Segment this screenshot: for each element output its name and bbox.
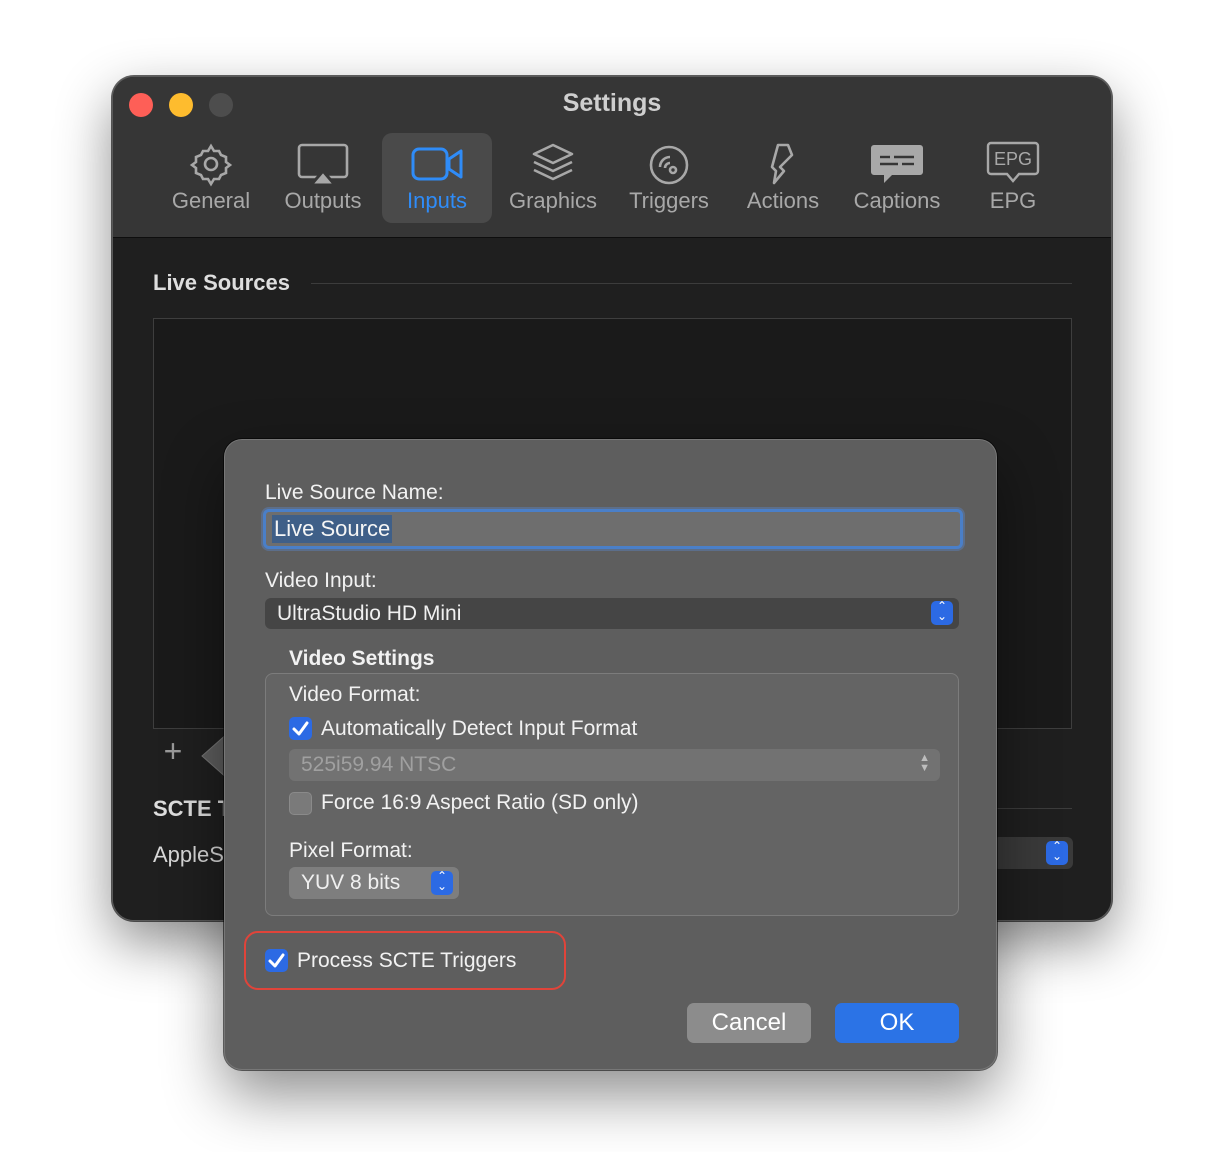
source-name-value: Live Source: [272, 515, 393, 543]
chevron-updown-icon: ⌃ ⌄: [431, 870, 453, 895]
captions-icon: [871, 145, 923, 183]
video-input-label: Video Input:: [265, 569, 377, 592]
tab-label: Inputs: [407, 188, 467, 213]
tab-label: Captions: [853, 188, 941, 213]
tab-triggers[interactable]: Triggers: [619, 133, 719, 223]
video-settings-title: Video Settings: [289, 647, 435, 670]
tab-actions[interactable]: Actions: [733, 133, 833, 223]
process-scte-label: Process SCTE Triggers: [297, 949, 517, 972]
force-aspect-checkbox[interactable]: [289, 792, 312, 815]
video-format-value: 525i59.94 NTSC: [301, 753, 457, 776]
window-title: Settings: [562, 89, 662, 117]
tab-label: Graphics: [508, 188, 598, 213]
checkmark-icon: [292, 721, 309, 736]
tab-label: Actions: [746, 188, 820, 213]
auto-detect-label: Automatically Detect Input Format: [321, 717, 638, 740]
pixel-format-label: Pixel Format:: [289, 839, 413, 862]
svg-text:EPG: EPG: [994, 149, 1032, 169]
add-source-button[interactable]: +: [161, 735, 185, 767]
live-sources-title: Live Sources: [153, 270, 290, 295]
tab-label: EPG: [989, 188, 1037, 213]
force-aspect-label: Force 16:9 Aspect Ratio (SD only): [321, 791, 639, 814]
scte-source-popup[interactable]: ⌃ ⌄: [993, 837, 1073, 869]
tab-epg[interactable]: EPG EPG: [963, 133, 1063, 223]
live-source-dialog: Live Source Name: Live Source Video Inpu…: [224, 439, 997, 1070]
source-name-label: Live Source Name:: [265, 481, 444, 504]
divider: [311, 283, 1072, 284]
epg-icon: EPG: [986, 141, 1040, 183]
scte-source-label: AppleS: [153, 842, 224, 867]
video-camera-icon: [411, 147, 463, 181]
pixel-format-value: YUV 8 bits: [301, 871, 401, 894]
checkmark-icon: [268, 953, 285, 968]
chevron-updown-icon: ⌃ ⌄: [931, 600, 953, 625]
tab-general[interactable]: General: [161, 133, 261, 223]
tab-inputs[interactable]: Inputs: [382, 133, 492, 223]
divider: [993, 808, 1072, 809]
video-format-label: Video Format:: [289, 683, 421, 706]
ok-button[interactable]: OK: [835, 1003, 959, 1043]
video-format-popup: 525i59.94 NTSC ▲ ▼: [289, 749, 940, 781]
tab-label: Outputs: [284, 188, 362, 213]
scte-section-title: SCTE T: [153, 796, 232, 821]
layers-icon: [532, 143, 574, 181]
airplay-icon: [297, 143, 349, 187]
tab-captions[interactable]: Captions: [843, 133, 951, 223]
pixel-format-popup[interactable]: YUV 8 bits ⌃ ⌄: [289, 867, 459, 899]
actions-icon: [770, 143, 794, 185]
tab-label: General: [171, 188, 251, 213]
cancel-button[interactable]: Cancel: [687, 1003, 811, 1043]
chevron-updown-icon: ▲ ▼: [919, 752, 930, 774]
chevron-updown-icon: ⌃ ⌄: [1046, 840, 1068, 865]
tab-outputs[interactable]: Outputs: [273, 133, 373, 223]
gear-icon: [189, 143, 233, 187]
video-input-value: UltraStudio HD Mini: [277, 601, 462, 625]
toolbar: Settings General Outputs Inputs Graphics…: [113, 77, 1111, 238]
auto-detect-checkbox[interactable]: [289, 717, 312, 740]
video-input-popup[interactable]: UltraStudio HD Mini ⌃ ⌄: [265, 598, 959, 629]
tab-graphics[interactable]: Graphics: [503, 133, 603, 223]
process-scte-checkbox[interactable]: [265, 949, 288, 972]
tab-label: Triggers: [629, 188, 709, 213]
source-name-field[interactable]: Live Source: [263, 509, 963, 549]
trigger-icon: [649, 145, 689, 185]
